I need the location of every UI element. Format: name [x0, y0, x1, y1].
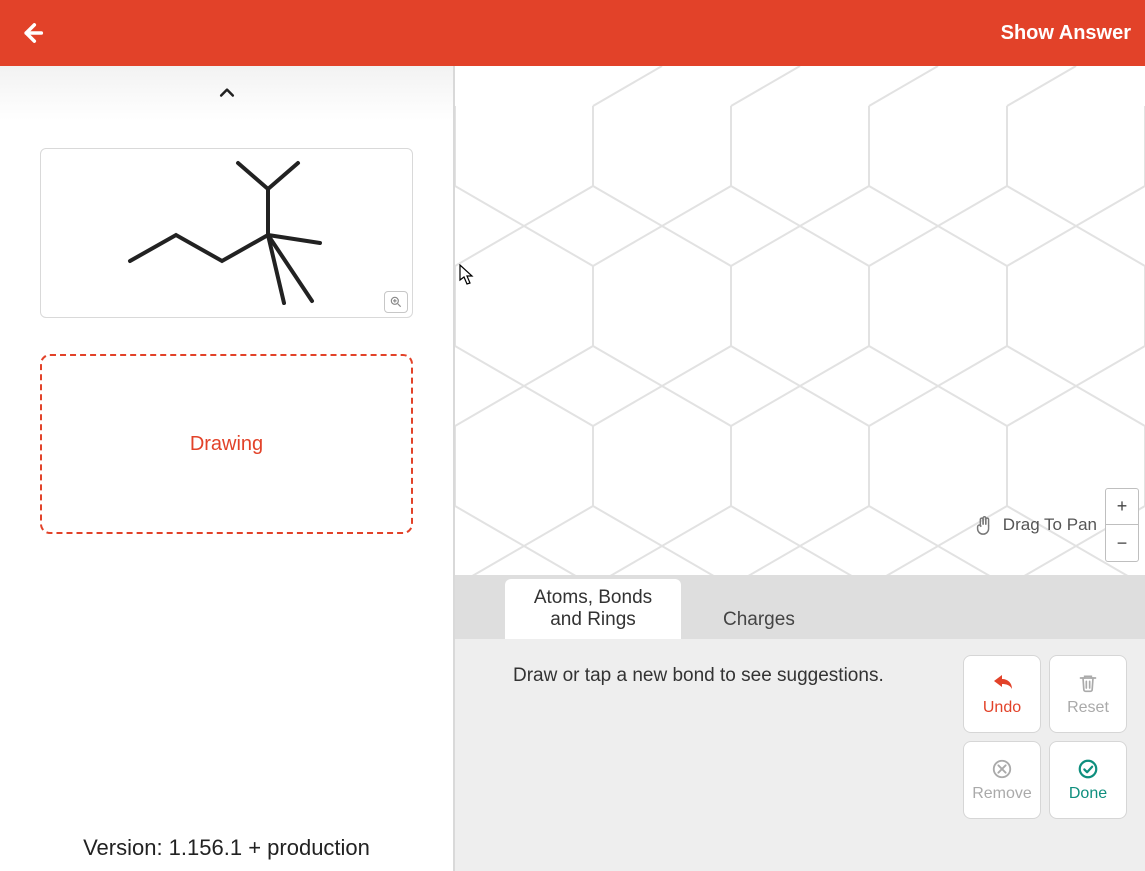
zoom-in-button[interactable]: + [1106, 489, 1138, 525]
check-circle-icon [1077, 758, 1099, 780]
remove-icon [991, 758, 1013, 780]
version-label: Version: 1.156.1 + production [0, 835, 453, 861]
hex-grid [455, 66, 1145, 575]
zoom-out-button[interactable]: − [1106, 525, 1138, 561]
app-header: Show Answer [0, 0, 1145, 66]
tab-charges-label: Charges [723, 609, 795, 630]
remove-label: Remove [972, 785, 1032, 803]
drag-to-pan-hint: Drag To Pan [973, 514, 1097, 536]
tab-charges[interactable]: Charges [703, 601, 815, 639]
cursor-icon [459, 264, 475, 286]
zoom-control: + − [1105, 488, 1139, 562]
collapse-strip[interactable] [0, 66, 453, 120]
drawing-label: Drawing [190, 433, 263, 456]
hand-icon [973, 514, 995, 536]
arrow-left-icon [18, 19, 46, 47]
chevron-up-icon [213, 83, 241, 103]
drawing-dropzone[interactable]: Drawing [40, 354, 413, 534]
editor-panel: Drag To Pan + − Atoms, Bonds and Rings C… [455, 66, 1145, 871]
drag-to-pan-label: Drag To Pan [1003, 515, 1097, 535]
question-panel: Drawing Version: 1.156.1 + production [0, 66, 455, 871]
undo-icon [989, 673, 1015, 693]
undo-label: Undo [983, 699, 1021, 717]
tool-palette: Atoms, Bonds and Rings Charges Draw or t… [455, 575, 1145, 871]
remove-button[interactable]: Remove [963, 741, 1041, 819]
trash-icon [1078, 672, 1098, 694]
molecule-zoom-button[interactable] [384, 291, 408, 313]
done-label: Done [1069, 785, 1107, 803]
suggestion-hint: Draw or tap a new bond to see suggestion… [513, 655, 884, 871]
magnify-icon [389, 295, 403, 309]
undo-button[interactable]: Undo [963, 655, 1041, 733]
tab-atoms-label: Atoms, Bonds and Rings [525, 587, 661, 631]
reset-label: Reset [1067, 699, 1109, 717]
drawing-canvas[interactable]: Drag To Pan + − [455, 66, 1145, 575]
molecule-structure [92, 153, 362, 313]
done-button[interactable]: Done [1049, 741, 1127, 819]
tab-atoms-bonds-rings[interactable]: Atoms, Bonds and Rings [505, 579, 681, 639]
back-button[interactable] [18, 19, 46, 47]
show-answer-button[interactable]: Show Answer [1001, 22, 1135, 45]
reset-button[interactable]: Reset [1049, 655, 1127, 733]
molecule-reference-card [40, 148, 413, 318]
tool-tabs: Atoms, Bonds and Rings Charges [455, 575, 1145, 639]
